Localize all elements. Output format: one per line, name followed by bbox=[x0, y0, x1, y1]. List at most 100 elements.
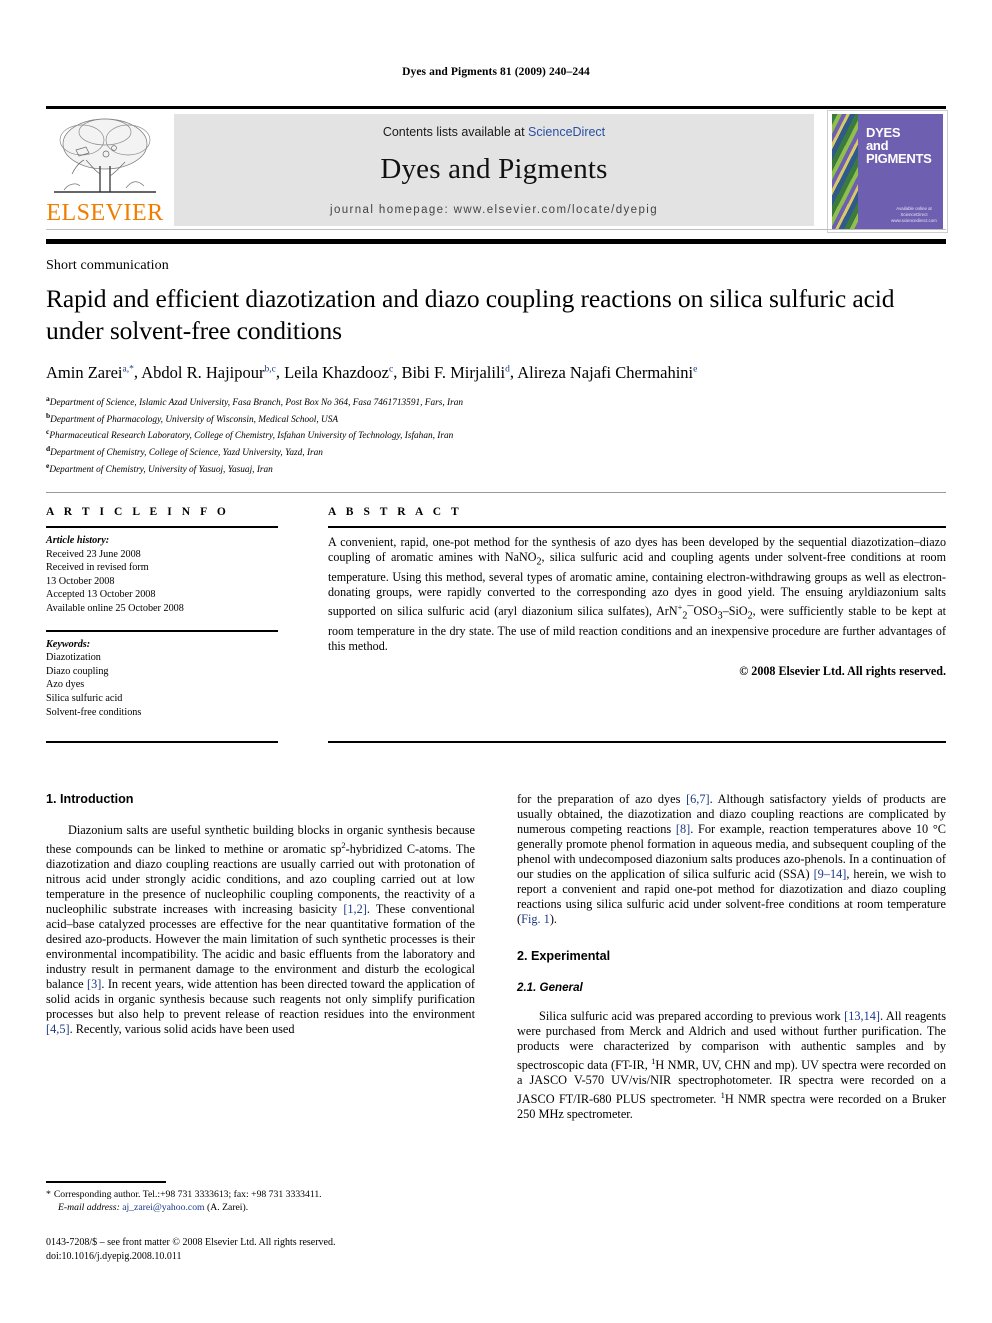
keyword-item: Azo dyes bbox=[46, 679, 85, 691]
contents-band: Contents lists available at ScienceDirec… bbox=[174, 114, 814, 226]
section-heading-introduction: 1. Introduction bbox=[46, 792, 134, 806]
section-heading-experimental: 2. Experimental bbox=[517, 949, 611, 963]
author-list: Amin Zareia,*, Abdol R. Hajipourb,c, Lei… bbox=[46, 362, 698, 382]
cover-footer: Available online at ScienceDirect www.sc… bbox=[888, 206, 940, 224]
affiliation-text: Department of Science, Islamic Azad Univ… bbox=[49, 398, 463, 409]
running-head: Dyes and Pigments 81 (2009) 240–244 bbox=[402, 66, 590, 78]
journal-homepage[interactable]: journal homepage: www.elsevier.com/locat… bbox=[174, 204, 814, 216]
author-entry: Leila Khazdoozc bbox=[284, 363, 393, 382]
cover-marble-strip bbox=[832, 114, 858, 229]
keyword-item: Silica sulfuric acid bbox=[46, 692, 123, 704]
author-entry: Amin Zareia,* bbox=[46, 363, 134, 382]
keywords-label: Keywords: bbox=[46, 638, 91, 650]
paragraph-general: Silica sulfuric acid was prepared accord… bbox=[517, 1009, 946, 1122]
affiliation-item: eDepartment of Chemistry, University of … bbox=[46, 460, 766, 477]
elsevier-tree-icon bbox=[50, 114, 160, 200]
author-marks: a,* bbox=[122, 364, 134, 374]
citation-ref[interactable]: [1,2] bbox=[343, 902, 367, 916]
elsevier-logo: ELSEVIER bbox=[46, 114, 164, 228]
citation-ref[interactable]: [3] bbox=[87, 977, 101, 991]
issn-copyright-line: 0143-7208/$ – see front matter © 2008 El… bbox=[46, 1237, 336, 1248]
keywords-rule bbox=[46, 629, 278, 632]
journal-title: Dyes and Pigments bbox=[380, 153, 608, 185]
journal-masthead: ELSEVIER Contents lists available at Sci… bbox=[46, 106, 948, 233]
figure-ref[interactable]: Fig. 1 bbox=[521, 912, 550, 926]
contents-prefix: Contents lists available at bbox=[382, 125, 529, 139]
heavy-divider-rule bbox=[46, 239, 946, 244]
doi-line: doi:10.1016/j.dyepig.2008.10.011 bbox=[46, 1250, 182, 1262]
elsevier-wordmark: ELSEVIER bbox=[46, 200, 164, 226]
subsection-heading-general: 2.1. General bbox=[517, 981, 583, 994]
sciencedirect-link[interactable]: ScienceDirect bbox=[528, 125, 605, 139]
text-run: Silica sulfuric acid was prepared accord… bbox=[539, 1009, 845, 1023]
cover-title-line-3: PIGMENTS bbox=[866, 151, 932, 166]
abstract-part: ¯OSO bbox=[687, 604, 718, 619]
affiliation-item: bDepartment of Pharmacology, University … bbox=[46, 410, 766, 427]
article-type: Short communication bbox=[46, 258, 169, 273]
text-run: for the preparation of azo dyes bbox=[517, 792, 687, 806]
text-run: . In recent years, wide attention has be… bbox=[46, 977, 475, 1022]
article-info-heading: A R T I C L E I N F O bbox=[46, 506, 230, 518]
affiliation-text: Pharmaceutical Research Laboratory, Coll… bbox=[49, 431, 454, 442]
author-marks: c bbox=[389, 364, 394, 374]
author-name: Abdol R. Hajipour bbox=[141, 362, 265, 382]
abstract-text: A convenient, rapid, one-pot method for … bbox=[328, 535, 946, 654]
keyword-item: Diazo coupling bbox=[46, 665, 109, 677]
corresponding-author-footnote: * Corresponding author. Tel.:+98 731 3333… bbox=[46, 1188, 466, 1214]
journal-cover-thumbnail: DYES and PIGMENTS Available online at Sc… bbox=[827, 110, 948, 233]
keyword-item: Solvent-free conditions bbox=[46, 706, 142, 718]
cover-footer-line-3: www.sciencedirect.com bbox=[891, 218, 937, 223]
article-title: Rapid and efficient diazotization and di… bbox=[46, 284, 895, 345]
article-info-block: A R T I C L E I N F O Article history: R… bbox=[46, 506, 278, 719]
abstract-part: –SiO bbox=[722, 604, 748, 619]
abstract-rule bbox=[328, 526, 946, 528]
author-entry: Abdol R. Hajipourb,c bbox=[141, 363, 276, 382]
author-name: Leila Khazdooz bbox=[284, 362, 389, 382]
author-marks: d bbox=[505, 364, 510, 374]
citation-ref[interactable]: [6,7] bbox=[686, 792, 710, 806]
info-section-top-rule bbox=[46, 492, 946, 493]
abstract-section-bottom-rule bbox=[328, 741, 946, 743]
citation-ref[interactable]: [9–14] bbox=[814, 867, 847, 881]
affiliation-item: aDepartment of Science, Islamic Azad Uni… bbox=[46, 393, 766, 410]
masthead-bottom-rule bbox=[46, 229, 946, 230]
paper-page: Dyes and Pigments 81 (2009) 240–244 ELSE… bbox=[0, 0, 992, 1323]
citation-ref[interactable]: [4,5] bbox=[46, 1022, 70, 1036]
article-history-item: Available online 25 October 2008 bbox=[46, 602, 184, 614]
paragraph-introduction-continued: for the preparation of azo dyes [6,7]. A… bbox=[517, 792, 946, 927]
keywords-block: Keywords: Diazotization Diazo coupling A… bbox=[46, 638, 278, 720]
body-column-right: for the preparation of azo dyes [6,7]. A… bbox=[517, 792, 946, 1122]
affiliation-list: aDepartment of Science, Islamic Azad Uni… bbox=[46, 393, 766, 476]
abstract-heading: A B S T R A C T bbox=[328, 506, 463, 518]
masthead-top-rule bbox=[46, 106, 946, 109]
keyword-item: Diazotization bbox=[46, 652, 101, 664]
citation-ref[interactable]: [13,14] bbox=[844, 1009, 880, 1023]
author-entry: Bibi F. Mirjalilid bbox=[401, 363, 509, 382]
footnote-rule bbox=[46, 1181, 166, 1183]
affiliation-text: Department of Pharmacology, University o… bbox=[50, 414, 339, 425]
article-info-rule bbox=[46, 526, 278, 528]
email-owner: (A. Zarei). bbox=[207, 1202, 249, 1213]
email-label: E-mail address: bbox=[58, 1202, 120, 1213]
cover-title: DYES and PIGMENTS bbox=[866, 126, 938, 165]
affiliation-text: Department of Chemistry, College of Scie… bbox=[50, 448, 323, 459]
author-entry: Alireza Najafi Chermahinie bbox=[517, 363, 697, 382]
author-marks: e bbox=[693, 364, 698, 374]
paragraph-introduction: Diazonium salts are useful synthetic bui… bbox=[46, 823, 475, 1037]
citation-ref[interactable]: [8] bbox=[676, 822, 690, 836]
affiliation-text: Department of Chemistry, University of Y… bbox=[49, 464, 273, 475]
article-history-item: Received in revised form bbox=[46, 562, 149, 574]
author-name: Amin Zarei bbox=[46, 362, 123, 382]
text-run: . Recently, various solid acids have bee… bbox=[69, 1022, 295, 1037]
author-marks: b,c bbox=[264, 364, 276, 374]
email-link[interactable]: aj_zarei@yahoo.com bbox=[122, 1202, 204, 1213]
imprint-block: 0143-7208/$ – see front matter © 2008 El… bbox=[46, 1236, 476, 1263]
text-run: ). bbox=[549, 912, 557, 926]
contents-available-line: Contents lists available at ScienceDirec… bbox=[174, 125, 814, 139]
info-section-bottom-rule bbox=[46, 741, 278, 743]
article-history-item: Accepted 13 October 2008 bbox=[46, 589, 156, 601]
body-column-left: 1. Introduction Diazonium salts are usef… bbox=[46, 792, 475, 1037]
abstract-block: A B S T R A C T A convenient, rapid, one… bbox=[328, 506, 946, 679]
author-name: Bibi F. Mirjalili bbox=[401, 362, 506, 382]
article-history: Article history: Received 23 June 2008 R… bbox=[46, 534, 278, 616]
